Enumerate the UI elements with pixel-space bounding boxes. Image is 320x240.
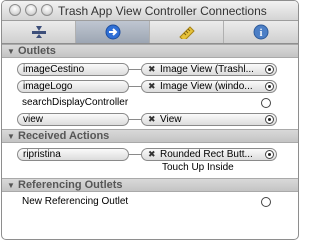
- empty-connection-circle-icon[interactable]: [261, 197, 271, 207]
- connection-line: [128, 119, 142, 120]
- section-referencing-outlets-header[interactable]: ▼ Referencing Outlets: [2, 178, 298, 192]
- attributes-icon: [31, 26, 46, 38]
- connection-line: [128, 154, 142, 155]
- action-ripristina[interactable]: ripristina: [17, 148, 129, 161]
- outlet-view[interactable]: view: [17, 113, 129, 126]
- connected-circle-icon[interactable]: [265, 115, 274, 124]
- tab-attributes[interactable]: [2, 21, 76, 43]
- zoom-window-button[interactable]: [41, 4, 53, 16]
- connection-line: [128, 69, 142, 70]
- outlet-target-imageCestino[interactable]: ✖ Image View (Trashl...: [141, 63, 277, 76]
- inspector-toolbar: i: [2, 21, 298, 44]
- disconnect-x-icon[interactable]: ✖: [148, 149, 156, 160]
- disclosure-triangle-icon[interactable]: ▼: [7, 47, 15, 56]
- outlet-imageLogo[interactable]: imageLogo: [17, 80, 129, 93]
- outlet-searchDisplayController[interactable]: searchDisplayController: [22, 97, 128, 108]
- action-target-ripristina[interactable]: ✖ Rounded Rect Butt...: [141, 148, 277, 161]
- close-window-button[interactable]: [9, 4, 21, 16]
- tab-connections[interactable]: [76, 21, 150, 43]
- section-title: Referencing Outlets: [18, 179, 123, 191]
- disclosure-triangle-icon[interactable]: ▼: [7, 181, 15, 190]
- disconnect-x-icon[interactable]: ✖: [148, 81, 156, 92]
- new-referencing-outlet[interactable]: New Referencing Outlet: [22, 196, 128, 207]
- event-label: Touch Up Inside: [162, 162, 234, 173]
- identity-info-icon: i: [253, 24, 269, 40]
- tab-size[interactable]: [150, 21, 224, 43]
- target-label: Image View (Trashl...: [160, 64, 254, 75]
- disconnect-x-icon[interactable]: ✖: [148, 64, 156, 75]
- target-label: View: [160, 114, 182, 125]
- minimize-window-button[interactable]: [25, 4, 37, 16]
- outlet-target-view[interactable]: ✖ View: [141, 113, 277, 126]
- svg-text:i: i: [260, 28, 263, 39]
- section-received-actions-header[interactable]: ▼ Received Actions: [2, 129, 298, 143]
- target-label: Rounded Rect Butt...: [160, 149, 253, 160]
- section-title: Received Actions: [18, 130, 110, 142]
- outlet-imageCestino[interactable]: imageCestino: [17, 63, 129, 76]
- connections-icon: [105, 24, 120, 40]
- disconnect-x-icon[interactable]: ✖: [148, 114, 156, 125]
- title-bar: Trash App View Controller Connections: [2, 1, 298, 21]
- inspector-window: Trash App View Controller Connections i …: [1, 0, 299, 240]
- connected-circle-icon[interactable]: [265, 65, 274, 74]
- connected-circle-icon[interactable]: [265, 150, 274, 159]
- section-title: Outlets: [18, 45, 56, 57]
- disclosure-triangle-icon[interactable]: ▼: [7, 132, 15, 141]
- size-ruler-icon: [178, 26, 195, 39]
- empty-connection-circle-icon[interactable]: [261, 98, 271, 108]
- connected-circle-icon[interactable]: [265, 82, 274, 91]
- window-title: Trash App View Controller Connections: [58, 4, 267, 18]
- section-outlets-header[interactable]: ▼ Outlets: [2, 44, 298, 58]
- outlet-target-imageLogo[interactable]: ✖ Image View (windo...: [141, 80, 277, 93]
- target-label: Image View (windo...: [160, 81, 253, 92]
- connection-line: [128, 86, 142, 87]
- tab-identity[interactable]: i: [224, 21, 298, 43]
